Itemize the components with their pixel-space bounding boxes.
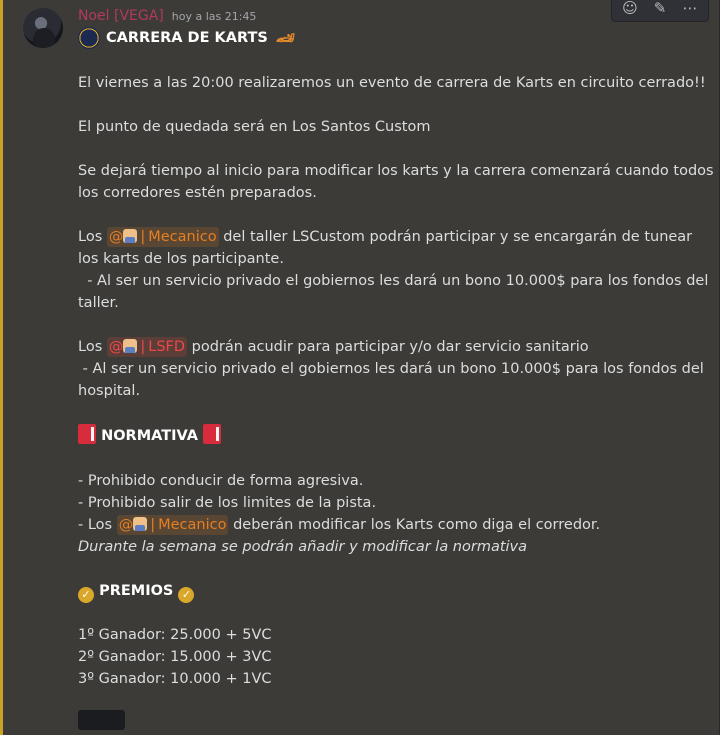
paragraph-lsfd-line3: hospital. (78, 383, 141, 399)
premios-title: PREMIOS (99, 583, 174, 599)
rule-1: - Prohibido conducir de forma agresiva. (78, 473, 364, 489)
race-car-icon: 🏎 (275, 29, 295, 47)
premios-heading: ✓ PREMIOS ✓ (78, 580, 678, 603)
health-worker-emoji-icon (123, 339, 138, 353)
check-badge-icon: ✓ (78, 587, 94, 603)
role-mention-mecanico[interactable]: @ | Mecanico (106, 227, 219, 247)
at-sign: @ (108, 339, 124, 355)
event-title: CARRERA DE KARTS 🏎 (78, 26, 678, 50)
paragraph-setup-line1: Se dejará tiempo al inicio para modifica… (78, 163, 714, 179)
text: - Los (78, 517, 113, 533)
prize-2: 2º Ganador: 15.000 + 3VC (78, 649, 272, 665)
text: podrán acudir para participar y/o dar se… (191, 339, 589, 355)
avatar[interactable] (23, 8, 63, 48)
prize-1: 1º Ganador: 25.000 + 5VC (78, 627, 272, 643)
check-badge-icon: ✓ (178, 587, 195, 603)
paragraph-mecanico-line2: los karts de los participante. (78, 251, 284, 267)
at-sign: @ (118, 517, 134, 533)
red-book-icon (78, 424, 96, 444)
username[interactable]: Noel [VEGA] (78, 8, 164, 24)
paragraph-lsfd-line2: - Al ser un servicio privado el gobierno… (78, 361, 704, 377)
spoiler-block[interactable] (78, 710, 125, 730)
red-book-icon (203, 424, 222, 444)
text: del taller LSCustom podrán participar y … (223, 229, 693, 245)
role-mention-mecanico[interactable]: @ | Mecanico (116, 515, 229, 535)
message-header: Noel [VEGA] hoy a las 21:45 (78, 8, 256, 26)
paragraph-mecanico-line3: - Al ser un servicio privado el gobierno… (78, 273, 709, 289)
prize-3: 3º Ganador: 10.000 + 1VC (78, 671, 272, 687)
text: deberán modificar los Karts como diga el… (233, 517, 601, 533)
paragraph-mecanico: Los @ | Mecanico del taller LSCustom podrá… (78, 226, 692, 248)
message-content: CARRERA DE KARTS 🏎 El viernes a las 20:0… (78, 26, 714, 690)
text: Los (78, 339, 103, 355)
at-sign: @ (108, 229, 124, 245)
edit-icon[interactable]: ✎ (646, 0, 674, 19)
role-mention-lsfd[interactable]: @ | LSFD (106, 337, 188, 357)
mention-separator: | (140, 339, 146, 355)
rules-note: Durante la semana se podrán añadir y mod… (78, 539, 528, 555)
message-container: Noel [VEGA] hoy a las 21:45 ☺ ✎ ⋯ CARRER… (0, 0, 720, 735)
paragraph-meeting-point: El punto de quedada será en Los Santos C… (78, 119, 431, 135)
more-icon[interactable]: ⋯ (676, 0, 704, 19)
normativa-title: NORMATIVA (101, 428, 198, 444)
rule-3: - Los @ | Mecanico deberán modificar los K… (78, 514, 678, 536)
ls-customs-emoji-icon (78, 27, 100, 49)
role-name: Mecanico (148, 229, 217, 245)
role-name: Mecanico (158, 517, 227, 533)
normativa-heading: NORMATIVA (78, 424, 678, 448)
paragraph-lsfd: Los @ | LSFD podrán acudir para participar… (78, 336, 678, 358)
event-title-text: CARRERA DE KARTS (106, 30, 268, 46)
mention-separator: | (150, 517, 156, 533)
paragraph-setup-line2: los corredores estén preparados. (78, 185, 317, 201)
text: Los (78, 229, 103, 245)
mention-separator: | (140, 229, 146, 245)
mechanic-emoji-icon (123, 229, 138, 243)
timestamp[interactable]: hoy a las 21:45 (172, 10, 257, 23)
mechanic-emoji-icon (133, 517, 148, 531)
add-reaction-icon[interactable]: ☺ (616, 0, 644, 19)
rule-2: - Prohibido salir de los limites de la p… (78, 495, 377, 511)
paragraph-mecanico-line4: taller. (78, 295, 119, 311)
message-toolbar: ☺ ✎ ⋯ (611, 0, 709, 22)
role-name: LSFD (148, 339, 186, 355)
paragraph-date: El viernes a las 20:00 realizaremos un e… (78, 75, 706, 91)
